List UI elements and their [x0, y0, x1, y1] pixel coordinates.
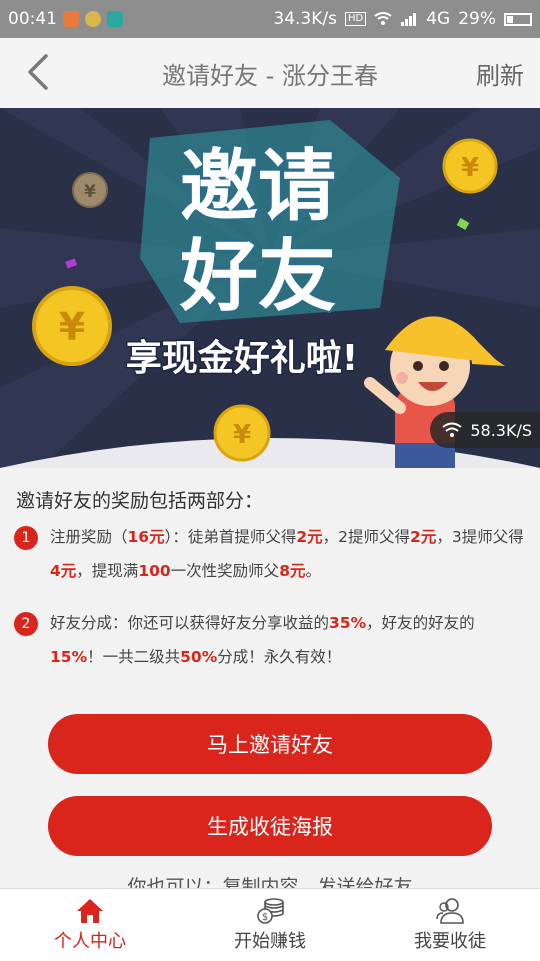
back-button[interactable]	[18, 50, 58, 94]
banner-headline-1: 邀请	[180, 142, 336, 232]
reward-item-commission: 2 好友分成：你还可以获得好友分享收益的35%，好友的好友的15%！一共二级共5…	[14, 606, 524, 674]
reward-number-badge: 1	[14, 526, 38, 550]
invite-friends-button[interactable]: 马上邀请好友	[48, 714, 492, 774]
reward-content: 邀请好友的奖励包括两部分： 1 注册奖励（16元）：徒弟首提师父得2元，2提师父…	[0, 468, 540, 898]
wifi-icon	[374, 12, 392, 25]
battery-percent: 29%	[458, 9, 496, 29]
battery-icon	[504, 12, 532, 26]
nav-item-earn[interactable]: $ 开始赚钱	[180, 889, 360, 961]
nav-label: 开始赚钱	[234, 931, 306, 952]
status-time: 00:41	[8, 9, 57, 29]
bottom-nav: 个人中心 $ 开始赚钱 我要收徒	[0, 888, 540, 961]
refresh-button[interactable]: 刷新	[476, 56, 524, 91]
nav-item-profile[interactable]: 个人中心	[0, 889, 180, 961]
svg-text:¥: ¥	[84, 182, 96, 202]
coin-icon: ¥	[72, 172, 108, 208]
app-header: 邀请好友 - 涨分王春 刷新	[0, 38, 540, 108]
signal-icon	[401, 13, 417, 26]
banner-subline: 享现金好礼啦!	[126, 337, 358, 379]
network-type: 4G	[426, 9, 451, 29]
generate-poster-button[interactable]: 生成收徒海报	[48, 796, 492, 856]
invite-banner: ¥ ¥ ¥ ¥ 邀请 好友 享现金好礼啦! 58.3K/S	[0, 108, 540, 468]
network-speed-badge: 58.3K/S	[430, 412, 540, 448]
reward-item-registration: 1 注册奖励（16元）：徒弟首提师父得2元，2提师父得2元，3提师父得4元，提现…	[14, 520, 524, 588]
reward-intro: 邀请好友的奖励包括两部分：	[16, 490, 264, 512]
wifi-icon	[442, 422, 462, 437]
notification-app-icon	[85, 11, 101, 27]
svg-text:¥: ¥	[233, 420, 251, 450]
nav-label: 我要收徒	[414, 931, 486, 952]
network-speed: 34.3K/s	[273, 9, 337, 29]
svg-text:¥: ¥	[59, 305, 85, 349]
nav-label: 个人中心	[54, 931, 126, 952]
chevron-left-icon	[28, 54, 48, 90]
coins-icon: $	[257, 898, 284, 924]
page-title: 邀请好友 - 涨分王春	[162, 61, 378, 90]
coin-icon: ¥	[213, 404, 271, 462]
banner-headline-2: 好友	[179, 232, 336, 322]
home-icon	[77, 899, 103, 923]
coin-icon: ¥	[32, 286, 112, 366]
notification-app-icon	[107, 11, 123, 27]
svg-text:¥: ¥	[461, 153, 479, 183]
status-bar: 00:41 34.3K/s HD 4G 29%	[0, 0, 540, 38]
notification-app-icon	[63, 11, 79, 27]
reward-number-badge: 2	[14, 612, 38, 636]
hd-icon: HD	[344, 12, 367, 26]
users-icon	[436, 898, 464, 924]
nav-item-recruit[interactable]: 我要收徒	[360, 889, 540, 961]
coin-icon: ¥	[442, 138, 498, 194]
svg-text:$: $	[262, 912, 268, 923]
speed-value: 58.3K/S	[470, 420, 532, 440]
